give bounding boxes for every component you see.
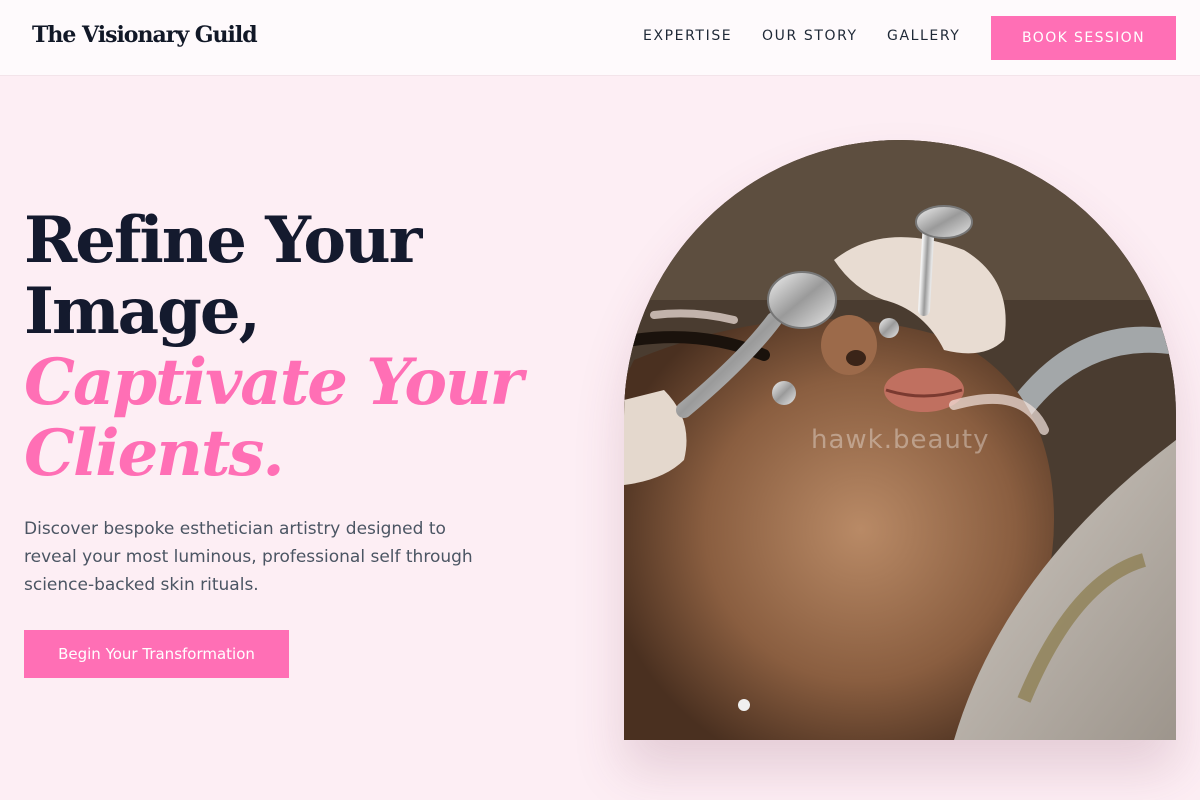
hero-description: Discover bespoke esthetician artistry de… [24,519,473,595]
nav-link-our-story[interactable]: OUR STORY [762,28,858,44]
begin-transformation-button[interactable]: Begin Your Transformation [24,630,289,678]
site-logo[interactable]: The Visionary Guild [32,22,258,48]
site-header: The Visionary Guild EXPERTISE OUR STORY … [0,0,1200,76]
nav-link-gallery[interactable]: GALLERY [887,28,960,44]
hero-image: hawk.beauty [624,140,1176,740]
headline-line-2: Image, [24,274,261,349]
hero-headline: Refine Your Image, Captivate Your Client… [24,203,523,491]
nav-link-expertise[interactable]: EXPERTISE [643,28,732,44]
image-watermark: hawk.beauty [811,425,990,455]
headline-line-1: Refine Your [24,203,422,278]
headline-accent-line-2: Clients. [24,416,285,491]
headline-accent-line-1: Captivate Your [24,345,523,420]
book-session-button[interactable]: BOOK SESSION [991,16,1176,60]
